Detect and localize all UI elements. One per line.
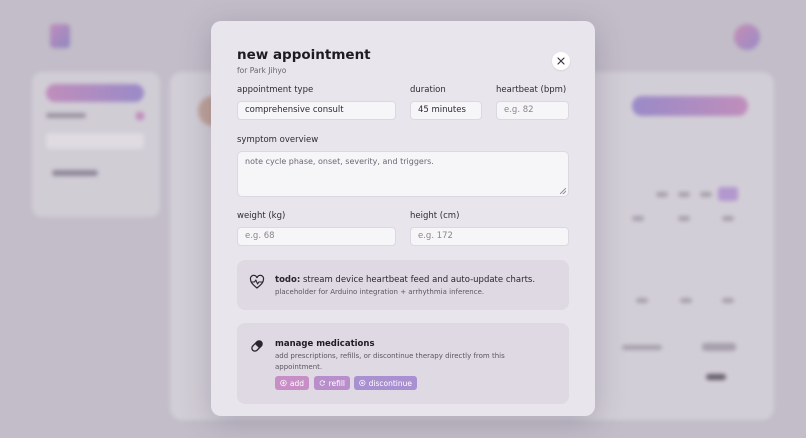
medications-description: add prescriptions, refills, or discontin… <box>275 352 505 371</box>
duration-field[interactable]: 45 minutes <box>410 101 482 120</box>
appointment-type-label: appointment type <box>237 85 314 95</box>
weight-field[interactable]: e.g. 68 <box>237 227 396 246</box>
symptom-overview-placeholder: note cycle phase, onset, severity, and t… <box>245 157 434 166</box>
refill-label: refill <box>328 378 345 388</box>
heartbeat-label: heartbeat (bpm) <box>496 85 567 95</box>
modal-subtitle: for Park Jihyo <box>237 66 287 75</box>
refresh-icon <box>319 380 325 386</box>
todo-subtext: placeholder for Arduino integration + ar… <box>275 288 485 296</box>
symptom-overview-textarea[interactable]: note cycle phase, onset, severity, and t… <box>237 151 569 197</box>
symptom-overview-label: symptom overview <box>237 135 319 145</box>
discontinue-label: discontinue <box>368 378 412 388</box>
new-appointment-modal: new appointment for Park Jihyo appointme… <box>211 21 595 416</box>
modal-title: new appointment <box>237 47 371 63</box>
todo-message: stream device heartbeat feed and auto-up… <box>302 275 536 285</box>
height-field[interactable]: e.g. 172 <box>410 227 569 246</box>
pill-icon <box>251 340 263 352</box>
x-circle-icon <box>359 379 366 387</box>
appointment-type-field[interactable]: comprehensive consult <box>237 101 396 120</box>
medications-card: manage medications add prescriptions, re… <box>237 323 569 404</box>
discontinue-medication-button[interactable]: discontinue <box>354 376 417 390</box>
refill-medication-button[interactable]: refill <box>314 376 350 390</box>
duration-label: duration <box>410 85 446 95</box>
medications-title: manage medications <box>275 339 375 349</box>
todo-card: todo: stream device heartbeat feed and a… <box>237 260 569 310</box>
add-medication-button[interactable]: add <box>275 376 309 390</box>
plus-circle-icon <box>280 379 287 387</box>
height-label: height (cm) <box>410 211 460 221</box>
todo-prefix: todo: <box>275 275 301 285</box>
close-icon <box>557 57 565 65</box>
todo-text: todo: stream device heartbeat feed and a… <box>275 275 535 285</box>
weight-label: weight (kg) <box>237 211 286 221</box>
heartbeat-field[interactable]: e.g. 82 <box>496 101 569 120</box>
resize-handle[interactable] <box>560 188 566 194</box>
heart-pulse-icon <box>249 274 265 289</box>
add-label: add <box>289 378 304 388</box>
close-button[interactable] <box>552 52 570 70</box>
